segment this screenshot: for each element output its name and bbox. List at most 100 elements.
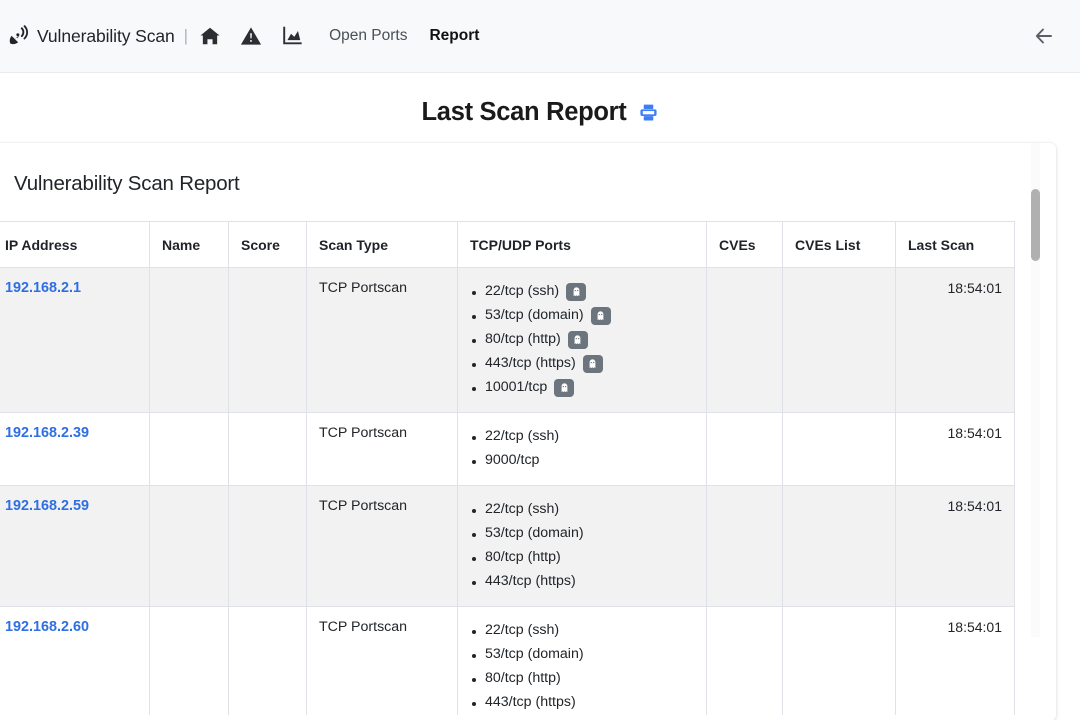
port-label: 443/tcp (https) xyxy=(485,693,576,712)
port-list-item: 443/tcp (https) xyxy=(470,352,694,376)
port-list-item: 53/tcp (domain) xyxy=(470,304,694,328)
printer-icon[interactable] xyxy=(639,103,658,122)
port-label: 22/tcp (ssh) xyxy=(485,500,559,519)
cell-ip-address: 192.168.2.39 xyxy=(0,413,150,486)
port-list-item: 80/tcp (http) xyxy=(470,546,694,570)
port-label: 443/tcp (https) xyxy=(485,572,576,591)
port-label: 22/tcp (ssh) xyxy=(485,621,559,640)
cell-score xyxy=(229,607,307,716)
chart-icon[interactable] xyxy=(281,25,303,47)
brand[interactable]: Vulnerability Scan xyxy=(8,25,175,47)
cell-cves-list xyxy=(783,607,896,716)
nav-icon-group xyxy=(199,25,303,47)
port-list-item: 80/tcp (http) xyxy=(470,328,694,352)
cell-tcp-udp-ports: 22/tcp (ssh) 9000/tcp xyxy=(458,413,707,486)
column-header-tcp-udp-ports[interactable]: TCP/UDP Ports xyxy=(458,222,707,268)
nav-links: Open Ports Report xyxy=(329,27,479,45)
column-header-cves-list[interactable]: CVEs List xyxy=(783,222,896,268)
card-title: Vulnerability Scan Report xyxy=(0,143,1056,221)
table-row[interactable]: 192.168.2.1TCP Portscan22/tcp (ssh)53/tc… xyxy=(0,268,1015,413)
home-icon[interactable] xyxy=(199,25,221,47)
cell-tcp-udp-ports: 22/tcp (ssh) 53/tcp (domain) 80/tcp (http)… xyxy=(458,486,707,607)
cell-scan-type: TCP Portscan xyxy=(307,486,458,607)
port-label: 53/tcp (domain) xyxy=(485,306,584,325)
cell-cves xyxy=(707,607,783,716)
cell-cves xyxy=(707,268,783,413)
cell-last-scan: 18:54:01 xyxy=(896,607,1015,716)
table-row[interactable]: 192.168.2.60 TCP Portscan 22/tcp (ssh) 53/t… xyxy=(0,607,1015,716)
page-title: Last Scan Report xyxy=(422,98,627,127)
port-list: 22/tcp (ssh) 53/tcp (domain) 80/tcp (http)… xyxy=(470,498,694,594)
cell-cves-list xyxy=(783,268,896,413)
report-card: Vulnerability Scan Report IP Address Nam… xyxy=(0,143,1056,720)
port-label: 53/tcp (domain) xyxy=(485,524,584,543)
cell-cves xyxy=(707,486,783,607)
nav-separator: | xyxy=(184,26,188,46)
port-label: 53/tcp (domain) xyxy=(485,645,584,664)
column-header-last-scan[interactable]: Last Scan xyxy=(896,222,1015,268)
port-list-item: 443/tcp (https) xyxy=(470,570,694,594)
top-navigation-bar: Vulnerability Scan | Open Ports Report xyxy=(0,0,1080,73)
page-title-row: Last Scan Report xyxy=(0,73,1080,143)
cell-name xyxy=(150,486,229,607)
port-list-item: 80/tcp (http) xyxy=(470,667,694,691)
cell-scan-type: TCP Portscan xyxy=(307,268,458,413)
warning-triangle-icon[interactable] xyxy=(240,25,262,47)
cell-name xyxy=(150,607,229,716)
cell-score xyxy=(229,486,307,607)
cell-ip-address: 192.168.2.1 xyxy=(0,268,150,413)
cell-ip-address: 192.168.2.59 xyxy=(0,486,150,607)
shodan-ghost-icon[interactable] xyxy=(568,331,588,349)
cell-last-scan: 18:54:01 xyxy=(896,486,1015,607)
table-header-row: IP Address Name Score Scan Type TCP/UDP … xyxy=(0,222,1015,268)
cell-scan-type: TCP Portscan xyxy=(307,607,458,716)
table-scroll-region[interactable]: IP Address Name Score Scan Type TCP/UDP … xyxy=(0,221,1056,715)
back-arrow-icon[interactable] xyxy=(1032,24,1056,48)
column-header-cves[interactable]: CVEs xyxy=(707,222,783,268)
port-list: 22/tcp (ssh) 53/tcp (domain) 80/tcp (http)… xyxy=(470,619,694,715)
table-row[interactable]: 192.168.2.59 TCP Portscan 22/tcp (ssh) 53/t… xyxy=(0,486,1015,607)
port-list-item: 53/tcp (domain) xyxy=(470,522,694,546)
column-header-score[interactable]: Score xyxy=(229,222,307,268)
column-header-scan-type[interactable]: Scan Type xyxy=(307,222,458,268)
table-scrollbar-thumb[interactable] xyxy=(1031,189,1040,261)
port-label: 443/tcp (https) xyxy=(485,354,576,373)
ip-address-link[interactable]: 192.168.2.60 xyxy=(5,619,89,635)
port-label: 9000/tcp xyxy=(485,451,539,470)
shodan-ghost-icon[interactable] xyxy=(554,379,574,397)
port-label: 80/tcp (http) xyxy=(485,669,561,688)
port-list-item: 22/tcp (ssh) xyxy=(470,619,694,643)
cell-tcp-udp-ports: 22/tcp (ssh)53/tcp (domain)80/tcp (http)… xyxy=(458,268,707,413)
port-label: 80/tcp (http) xyxy=(485,330,561,349)
shodan-ghost-icon[interactable] xyxy=(583,355,603,373)
port-list-item: 10001/tcp xyxy=(470,376,694,400)
cell-name xyxy=(150,413,229,486)
nav-link-report[interactable]: Report xyxy=(429,27,479,45)
port-list: 22/tcp (ssh) 9000/tcp xyxy=(470,425,694,473)
port-list-item: 22/tcp (ssh) xyxy=(470,498,694,522)
ip-address-link[interactable]: 192.168.2.39 xyxy=(5,425,89,441)
port-label: 80/tcp (http) xyxy=(485,548,561,567)
port-list-item: 9000/tcp xyxy=(470,449,694,473)
port-list-item: 53/tcp (domain) xyxy=(470,643,694,667)
port-list-item: 22/tcp (ssh) xyxy=(470,425,694,449)
cell-cves-list xyxy=(783,413,896,486)
cell-last-scan: 18:54:01 xyxy=(896,268,1015,413)
shodan-ghost-icon[interactable] xyxy=(591,307,611,325)
cell-cves xyxy=(707,413,783,486)
vulnerability-scan-table: IP Address Name Score Scan Type TCP/UDP … xyxy=(0,221,1015,715)
column-header-name[interactable]: Name xyxy=(150,222,229,268)
table-row[interactable]: 192.168.2.39 TCP Portscan 22/tcp (ssh) 9000… xyxy=(0,413,1015,486)
port-label: 10001/tcp xyxy=(485,378,547,397)
column-header-ip-address[interactable]: IP Address xyxy=(0,222,150,268)
cell-score xyxy=(229,268,307,413)
ip-address-link[interactable]: 192.168.2.1 xyxy=(5,280,81,296)
ip-address-link[interactable]: 192.168.2.59 xyxy=(5,498,89,514)
table-body: 192.168.2.1 TCP Portscan 22/tcp (ssh) 53/tc… xyxy=(0,268,1015,716)
cell-name xyxy=(150,268,229,413)
shodan-ghost-icon[interactable] xyxy=(566,283,586,301)
table-header: IP Address Name Score Scan Type TCP/UDP … xyxy=(0,222,1015,268)
cell-scan-type: TCP Portscan xyxy=(307,413,458,486)
nav-link-open-ports[interactable]: Open Ports xyxy=(329,27,407,45)
port-list-item: 443/tcp (https) xyxy=(470,691,694,715)
